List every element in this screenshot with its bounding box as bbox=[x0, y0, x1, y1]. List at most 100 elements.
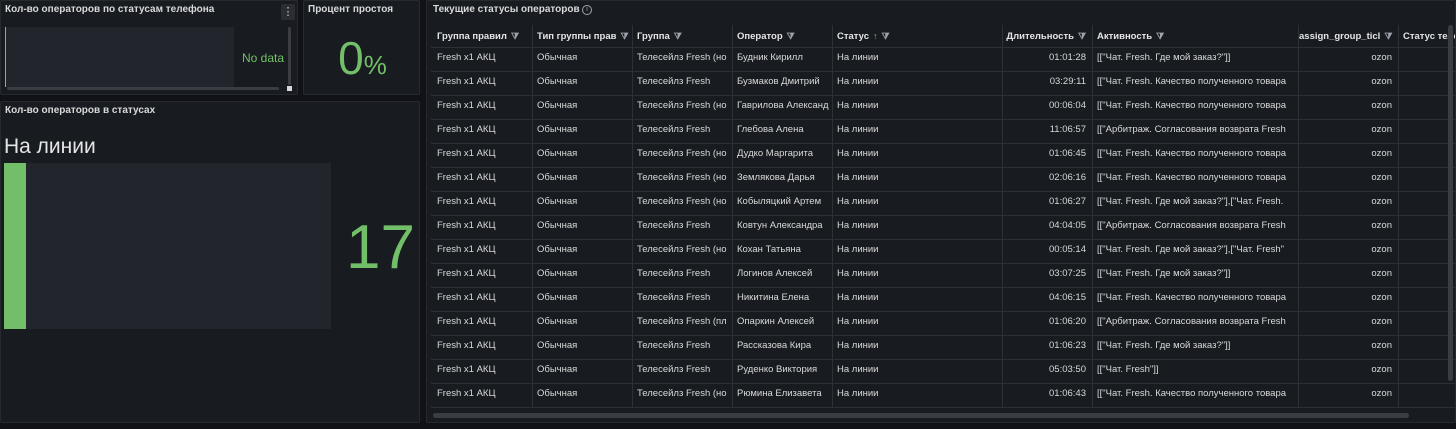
status-bar bbox=[4, 163, 26, 329]
table-cell: Бузмаков Дмитрий bbox=[733, 71, 833, 95]
table-row[interactable]: Fresh x1 АКЦ Обычная Телесейлз Fresh Расска… bbox=[431, 335, 1455, 360]
table-cell bbox=[1399, 119, 1455, 143]
table-cell: На линии bbox=[833, 95, 1003, 119]
table-cell bbox=[1399, 239, 1455, 263]
table-cell: Телесейлз Fresh (пл bbox=[633, 311, 733, 335]
table-cell: Логинов Алексей bbox=[733, 263, 833, 287]
table-cell bbox=[1399, 143, 1455, 167]
table-cell: Обычная bbox=[533, 143, 633, 167]
panel-menu-button[interactable]: ⋮ bbox=[281, 4, 295, 20]
table-cell: [["Чат. Fresh. Где мой заказ?"],["Чат. F… bbox=[1093, 239, 1299, 263]
horizontal-scrollbar[interactable] bbox=[433, 413, 1409, 418]
vertical-scrollbar[interactable] bbox=[288, 27, 291, 85]
sort-ascending-icon[interactable]: ↑ bbox=[873, 25, 878, 47]
table-cell: Телесейлз Fresh bbox=[633, 335, 733, 359]
filter-icon[interactable]: ⧩ bbox=[620, 25, 628, 47]
table-cell: Fresh x1 АКЦ bbox=[433, 47, 533, 71]
column-header[interactable]: Статус теле⧩ bbox=[1399, 25, 1455, 47]
table-row[interactable]: Fresh x1 АКЦ Обычная Телесейлз Fresh (но Ко… bbox=[431, 191, 1455, 216]
column-header-label: Группа правил bbox=[437, 31, 507, 42]
table-row[interactable]: Fresh x1 АКЦ Обычная Телесейлз Fresh Глебов… bbox=[431, 119, 1455, 144]
table-cell: Глебова Алена bbox=[733, 119, 833, 143]
column-header[interactable]: Группа ⧩ bbox=[633, 25, 733, 47]
table-cell: Обычная bbox=[533, 239, 633, 263]
table-cell bbox=[1399, 95, 1455, 119]
table-cell: Телесейлз Fresh (но bbox=[633, 191, 733, 215]
table-cell: Обычная bbox=[533, 71, 633, 95]
table-cell: 01:01:28 bbox=[1003, 47, 1093, 71]
table-cell: 00:06:04 bbox=[1003, 95, 1093, 119]
table-cell bbox=[1399, 335, 1455, 359]
panel-title: Кол-во операторов в статусах bbox=[5, 105, 156, 116]
table-cell: [["Арбитраж. Согласования возврата Fresh bbox=[1093, 311, 1299, 335]
table-cell: Обычная bbox=[533, 311, 633, 335]
filter-icon[interactable]: ⧩ bbox=[882, 25, 890, 47]
table-cell: Обычная bbox=[533, 95, 633, 119]
table-cell: Обычная bbox=[533, 383, 633, 407]
filter-icon[interactable]: ⧩ bbox=[1384, 25, 1392, 47]
filter-icon[interactable]: ⧩ bbox=[674, 25, 682, 47]
table-cell bbox=[1399, 383, 1455, 407]
column-header[interactable]: Активность ⧩ bbox=[1093, 25, 1299, 47]
legend-scrollbar[interactable] bbox=[7, 87, 279, 90]
table-cell bbox=[1399, 359, 1455, 383]
table-cell: Телесейлз Fresh (но bbox=[633, 95, 733, 119]
table-row[interactable]: Fresh x1 АКЦ Обычная Телесейлз Fresh (но Зе… bbox=[431, 167, 1455, 192]
table-cell: На линии bbox=[833, 167, 1003, 191]
info-circle-icon[interactable]: i bbox=[582, 5, 592, 15]
column-header-label: Тип группы прав bbox=[537, 31, 617, 42]
table-cell: Будник Кирилл bbox=[733, 47, 833, 71]
filter-icon[interactable]: ⧩ bbox=[1156, 25, 1164, 47]
table-row[interactable]: Fresh x1 АКЦ Обычная Телесейлз Fresh Бузмак… bbox=[431, 71, 1455, 96]
table-cell bbox=[1399, 263, 1455, 287]
table-row[interactable]: Fresh x1 АКЦ Обычная Телесейлз Fresh (но Бу… bbox=[431, 47, 1455, 72]
table-cell: [["Чат. Fresh. Качество полученного това… bbox=[1093, 95, 1299, 119]
table-cell: Телесейлз Fresh bbox=[633, 119, 733, 143]
table-cell: Телесейлз Fresh bbox=[633, 359, 733, 383]
filter-icon[interactable]: ⧩ bbox=[787, 25, 795, 47]
table-row[interactable]: Fresh x1 АКЦ Обычная Телесейлз Fresh (но Га… bbox=[431, 95, 1455, 120]
column-header-label: Группа bbox=[637, 31, 670, 42]
table-cell: Fresh x1 АКЦ bbox=[433, 119, 533, 143]
operators-table: Группа правил ⧩ Тип группы прав ⧩ Группа ⧩ Опе… bbox=[431, 25, 1455, 410]
table-row[interactable]: Fresh x1 АКЦ Обычная Телесейлз Fresh (но Ко… bbox=[431, 239, 1455, 264]
table-cell: ozon bbox=[1299, 215, 1399, 239]
table-cell: 05:03:50 bbox=[1003, 359, 1093, 383]
table-cell: ozon bbox=[1299, 47, 1399, 71]
table-row[interactable]: Fresh x1 АКЦ Обычная Телесейлз Fresh (пл Оп… bbox=[431, 311, 1455, 336]
table-row[interactable]: Fresh x1 АКЦ Обычная Телесейлз Fresh Руденк… bbox=[431, 359, 1455, 384]
status-count-panel: Кол-во операторов в статусах На линии 17 bbox=[0, 101, 420, 423]
column-header[interactable]: assign_group_ticl ⧩ bbox=[1299, 25, 1399, 47]
vertical-scrollbar[interactable] bbox=[1448, 25, 1453, 381]
table-cell: Никитина Елена bbox=[733, 287, 833, 311]
table-row[interactable]: Fresh x1 АКЦ Обычная Телесейлз Fresh (но Рю… bbox=[431, 383, 1455, 408]
table-cell: Телесейлз Fresh (но bbox=[633, 47, 733, 71]
table-row[interactable]: Fresh x1 АКЦ Обычная Телесейлз Fresh (но Ду… bbox=[431, 143, 1455, 168]
resize-handle[interactable] bbox=[287, 86, 292, 91]
table-cell: На линии bbox=[833, 287, 1003, 311]
table-cell: Fresh x1 АКЦ bbox=[433, 335, 533, 359]
filter-icon[interactable]: ⧩ bbox=[1078, 25, 1086, 47]
column-header[interactable]: Длительность ⧩ bbox=[1003, 25, 1093, 47]
table-cell: 00:05:14 bbox=[1003, 239, 1093, 263]
table-row[interactable]: Fresh x1 АКЦ Обычная Телесейлз Fresh Логино… bbox=[431, 263, 1455, 288]
table-cell: Рюмина Елизавета bbox=[733, 383, 833, 407]
filter-icon[interactable]: ⧩ bbox=[511, 25, 519, 47]
table-cell: На линии bbox=[833, 143, 1003, 167]
column-header[interactable]: Статус ↑ ⧩ bbox=[833, 25, 1003, 47]
table-cell: ozon bbox=[1299, 119, 1399, 143]
table-row[interactable]: Fresh x1 АКЦ Обычная Телесейлз Fresh Никити… bbox=[431, 287, 1455, 312]
table-cell: На линии bbox=[833, 335, 1003, 359]
table-cell: Обычная bbox=[533, 215, 633, 239]
column-header[interactable]: Тип группы прав ⧩ bbox=[533, 25, 633, 47]
table-cell: Обычная bbox=[533, 119, 633, 143]
column-header[interactable]: Группа правил ⧩ bbox=[433, 25, 533, 47]
table-cell: 11:06:57 bbox=[1003, 119, 1093, 143]
column-header-label: Активность bbox=[1097, 31, 1153, 42]
table-cell: Fresh x1 АКЦ bbox=[433, 95, 533, 119]
table-cell: [["Чат. Fresh. Качество полученного това… bbox=[1093, 167, 1299, 191]
column-header[interactable]: Оператор ⧩ bbox=[733, 25, 833, 47]
table-cell: На линии bbox=[833, 383, 1003, 407]
table-row[interactable]: Fresh x1 АКЦ Обычная Телесейлз Fresh Ковтун… bbox=[431, 215, 1455, 240]
status-label: На линии bbox=[4, 135, 96, 158]
